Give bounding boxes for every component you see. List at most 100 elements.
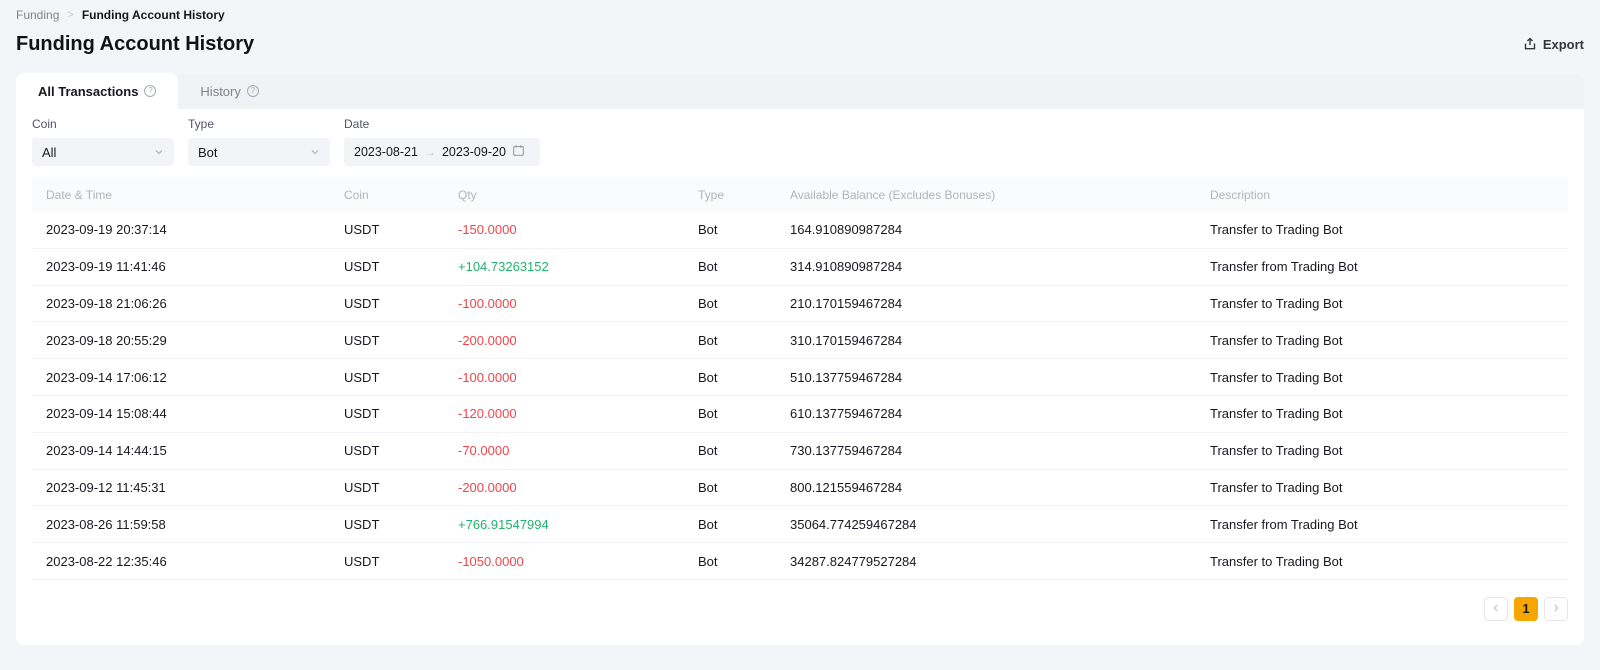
cell-type: Bot — [698, 554, 790, 569]
table-row[interactable]: 2023-09-19 11:41:46 USDT +104.73263152 B… — [32, 249, 1568, 286]
cell-available-balance: 800.121559467284 — [790, 480, 1210, 495]
cell-coin: USDT — [344, 370, 458, 385]
cell-coin: USDT — [344, 333, 458, 348]
coin-select[interactable]: All — [32, 138, 174, 166]
type-select[interactable]: Bot — [188, 138, 330, 166]
tab-all-transactions-label: All Transactions — [38, 84, 138, 99]
cell-date-time: 2023-09-19 11:41:46 — [46, 259, 344, 274]
filter-bar: Coin All Type Bot — [16, 109, 1584, 178]
tab-history-label: History — [200, 84, 240, 99]
cell-description: Transfer to Trading Bot — [1210, 480, 1554, 495]
cell-qty: +766.91547994 — [458, 517, 698, 532]
tab-bar: All Transactions History — [16, 73, 1584, 109]
table-row[interactable]: 2023-09-18 21:06:26 USDT -100.0000 Bot 2… — [32, 286, 1568, 323]
chevron-right-icon — [1551, 600, 1561, 618]
cell-available-balance: 314.910890987284 — [790, 259, 1210, 274]
info-icon[interactable] — [247, 85, 259, 97]
cell-description: Transfer to Trading Bot — [1210, 333, 1554, 348]
table-row[interactable]: 2023-08-22 12:35:46 USDT -1050.0000 Bot … — [32, 543, 1568, 580]
date-end-value: 2023-09-20 — [442, 145, 506, 159]
cell-qty: -100.0000 — [458, 296, 698, 311]
cell-qty: -1050.0000 — [458, 554, 698, 569]
coin-select-value: All — [42, 145, 56, 160]
col-header-coin: Coin — [344, 188, 458, 202]
pagination: 1 — [16, 580, 1584, 621]
cell-type: Bot — [698, 333, 790, 348]
cell-qty: -120.0000 — [458, 406, 698, 421]
breadcrumb-separator-icon: > — [67, 9, 73, 21]
pagination-current-page[interactable]: 1 — [1514, 597, 1538, 621]
cell-qty: -200.0000 — [458, 333, 698, 348]
cell-available-balance: 730.137759467284 — [790, 443, 1210, 458]
pagination-next-button[interactable] — [1544, 597, 1568, 621]
tab-history[interactable]: History — [178, 73, 280, 109]
cell-coin: USDT — [344, 480, 458, 495]
cell-description: Transfer to Trading Bot — [1210, 296, 1554, 311]
cell-date-time: 2023-09-12 11:45:31 — [46, 480, 344, 495]
cell-qty: -150.0000 — [458, 222, 698, 237]
cell-coin: USDT — [344, 296, 458, 311]
type-filter-label: Type — [188, 117, 330, 131]
page-header: Funding Account History Export — [16, 24, 1584, 64]
cell-qty: +104.73263152 — [458, 259, 698, 274]
chevron-down-icon — [154, 145, 164, 160]
cell-coin: USDT — [344, 222, 458, 237]
cell-coin: USDT — [344, 259, 458, 274]
chevron-left-icon — [1491, 600, 1501, 618]
page-title: Funding Account History — [16, 33, 254, 56]
pagination-prev-button[interactable] — [1484, 597, 1508, 621]
cell-description: Transfer from Trading Bot — [1210, 259, 1554, 274]
cell-description: Transfer to Trading Bot — [1210, 222, 1554, 237]
cell-coin: USDT — [344, 554, 458, 569]
chevron-down-icon — [310, 145, 320, 160]
coin-filter: Coin All — [32, 117, 174, 166]
cell-date-time: 2023-09-14 17:06:12 — [46, 370, 344, 385]
breadcrumb-funding-link[interactable]: Funding — [16, 8, 59, 22]
cell-date-time: 2023-08-26 11:59:58 — [46, 517, 344, 532]
funding-history-page: Funding > Funding Account History Fundin… — [0, 0, 1600, 645]
export-button[interactable]: Export — [1523, 37, 1584, 52]
table-row[interactable]: 2023-09-14 15:08:44 USDT -120.0000 Bot 6… — [32, 396, 1568, 433]
cell-available-balance: 210.170159467284 — [790, 296, 1210, 311]
info-icon[interactable] — [144, 85, 156, 97]
table-header-row: Date & Time Coin Qty Type Available Bala… — [32, 178, 1568, 212]
date-filter-label: Date — [344, 117, 540, 131]
cell-type: Bot — [698, 222, 790, 237]
col-header-qty: Qty — [458, 188, 698, 202]
table-row[interactable]: 2023-09-14 17:06:12 USDT -100.0000 Bot 5… — [32, 359, 1568, 396]
cell-description: Transfer to Trading Bot — [1210, 443, 1554, 458]
table-row[interactable]: 2023-09-12 11:45:31 USDT -200.0000 Bot 8… — [32, 470, 1568, 507]
cell-description: Transfer to Trading Bot — [1210, 554, 1554, 569]
breadcrumb-current: Funding Account History — [82, 8, 225, 22]
cell-available-balance: 35064.774259467284 — [790, 517, 1210, 532]
cell-qty: -200.0000 — [458, 480, 698, 495]
cell-available-balance: 610.137759467284 — [790, 406, 1210, 421]
cell-date-time: 2023-09-19 20:37:14 — [46, 222, 344, 237]
table-row[interactable]: 2023-09-18 20:55:29 USDT -200.0000 Bot 3… — [32, 322, 1568, 359]
cell-type: Bot — [698, 517, 790, 532]
cell-date-time: 2023-08-22 12:35:46 — [46, 554, 344, 569]
col-header-date-time: Date & Time — [46, 188, 344, 202]
table-body: 2023-09-19 20:37:14 USDT -150.0000 Bot 1… — [32, 212, 1568, 580]
table-row[interactable]: 2023-09-19 20:37:14 USDT -150.0000 Bot 1… — [32, 212, 1568, 249]
export-icon — [1523, 37, 1537, 51]
type-select-value: Bot — [198, 145, 218, 160]
tab-all-transactions[interactable]: All Transactions — [16, 73, 178, 109]
cell-coin: USDT — [344, 443, 458, 458]
type-filter: Type Bot — [188, 117, 330, 166]
cell-available-balance: 164.910890987284 — [790, 222, 1210, 237]
coin-filter-label: Coin — [32, 117, 174, 131]
col-header-description: Description — [1210, 188, 1554, 202]
table-row[interactable]: 2023-09-14 14:44:15 USDT -70.0000 Bot 73… — [32, 433, 1568, 470]
table-row[interactable]: 2023-08-26 11:59:58 USDT +766.91547994 B… — [32, 506, 1568, 543]
cell-date-time: 2023-09-14 15:08:44 — [46, 406, 344, 421]
date-filter: Date 2023-08-21 2023-09-20 — [344, 117, 540, 166]
cell-type: Bot — [698, 370, 790, 385]
cell-available-balance: 34287.824779527284 — [790, 554, 1210, 569]
cell-qty: -100.0000 — [458, 370, 698, 385]
cell-description: Transfer to Trading Bot — [1210, 370, 1554, 385]
cell-available-balance: 310.170159467284 — [790, 333, 1210, 348]
cell-type: Bot — [698, 296, 790, 311]
cell-coin: USDT — [344, 517, 458, 532]
date-range-picker[interactable]: 2023-08-21 2023-09-20 — [344, 138, 540, 166]
